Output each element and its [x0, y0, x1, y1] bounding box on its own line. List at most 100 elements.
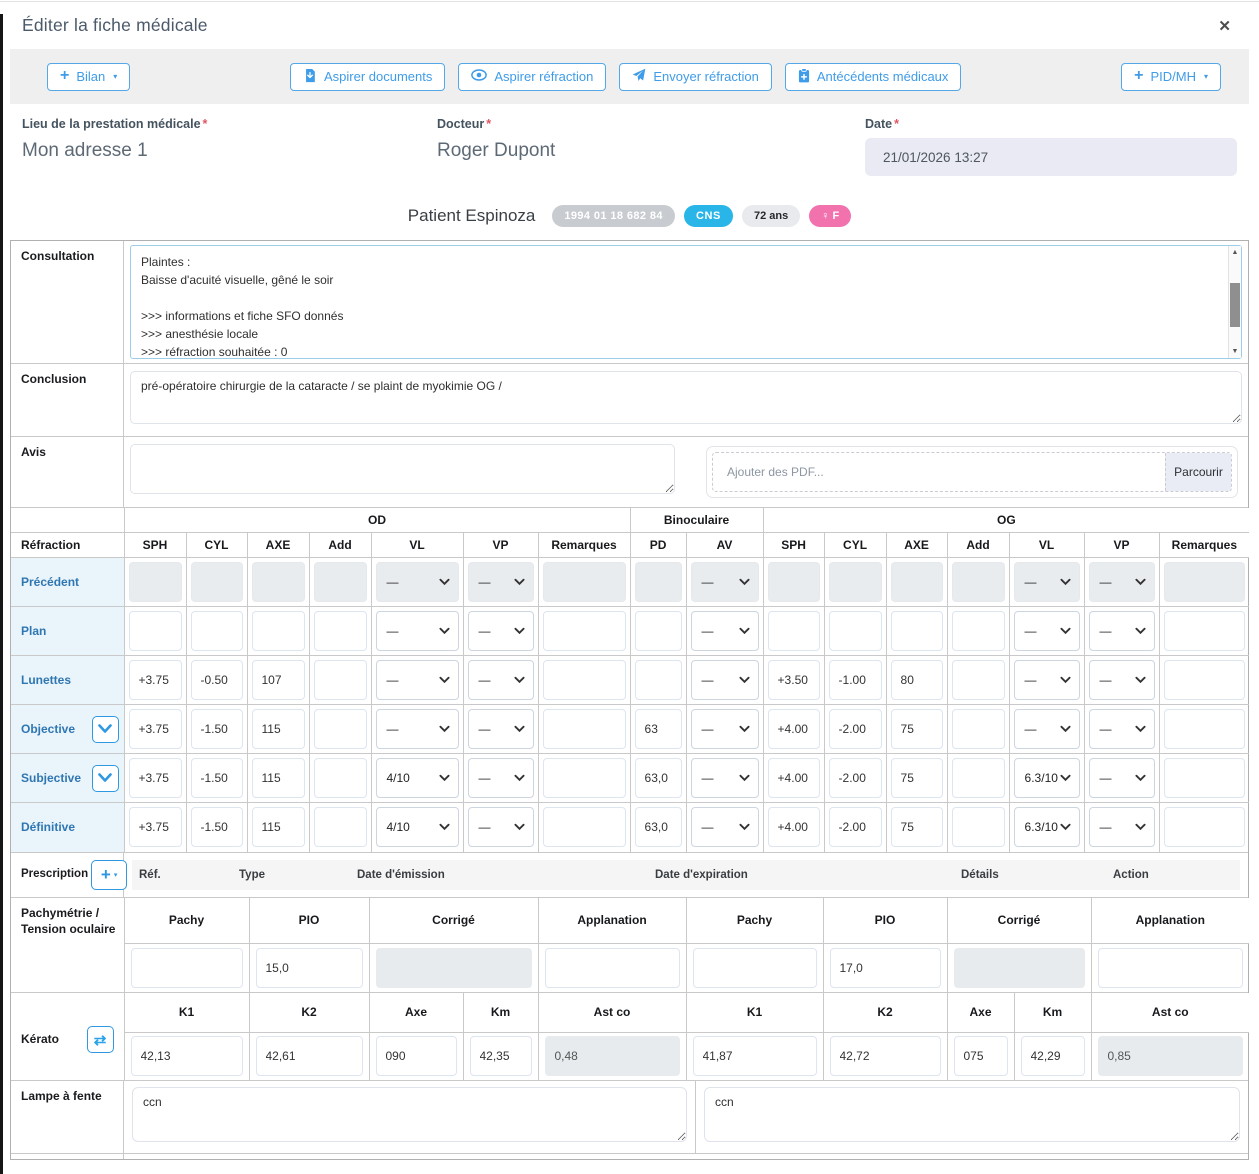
date-input[interactable]: 21/01/2026 13:27: [865, 138, 1237, 176]
axe-od-input[interactable]: [252, 709, 305, 749]
applanation-og-input[interactable]: [1098, 948, 1244, 988]
remarques-od-input[interactable]: [543, 611, 626, 651]
cyl-od-input[interactable]: [191, 807, 243, 847]
vl-og-select[interactable]: 6.3/10: [1014, 807, 1080, 847]
add-og-input[interactable]: [952, 758, 1005, 798]
add-og-input[interactable]: [952, 709, 1005, 749]
axe-og-input[interactable]: [891, 611, 943, 651]
bilan-button[interactable]: + Bilan ▾: [47, 63, 130, 91]
vp-od-select[interactable]: —: [468, 758, 534, 798]
aspirer-refraction-button[interactable]: Aspirer réfraction: [458, 63, 606, 91]
cyl-od-input[interactable]: [191, 709, 243, 749]
km-og-input[interactable]: [1021, 1036, 1085, 1076]
vl-od-select[interactable]: 4/10: [376, 758, 459, 798]
vp-od-select[interactable]: —: [468, 562, 534, 602]
vp-od-select[interactable]: —: [468, 611, 534, 651]
pd-input[interactable]: [635, 660, 682, 700]
antecedents-medicaux-button[interactable]: Antécédents médicaux: [785, 63, 962, 91]
axe-og-input[interactable]: [891, 807, 943, 847]
add-prescription-button[interactable]: + ▾: [91, 860, 127, 890]
pd-input[interactable]: [635, 709, 682, 749]
cyl-og-input[interactable]: [829, 562, 882, 602]
cyl-od-input[interactable]: [191, 611, 243, 651]
scrollbar-thumb[interactable]: [1230, 283, 1240, 327]
vp-od-select[interactable]: —: [468, 807, 534, 847]
cyl-og-input[interactable]: [829, 758, 882, 798]
axe-og-input[interactable]: [891, 709, 943, 749]
add-od-input[interactable]: [314, 758, 367, 798]
add-og-input[interactable]: [952, 660, 1005, 700]
remarques-od-input[interactable]: [543, 758, 626, 798]
axe-od-input[interactable]: [376, 1036, 457, 1076]
sph-od-input[interactable]: [129, 758, 182, 798]
av-select[interactable]: —: [691, 758, 759, 798]
remarques-og-input[interactable]: [1164, 611, 1246, 651]
scroll-down-arrow-icon[interactable]: ▼: [1229, 345, 1241, 358]
add-od-input[interactable]: [314, 611, 367, 651]
pd-input[interactable]: [635, 562, 682, 602]
sph-og-input[interactable]: [768, 758, 820, 798]
sph-og-input[interactable]: [768, 807, 820, 847]
av-select[interactable]: —: [691, 709, 759, 749]
pachy-od-input[interactable]: [131, 948, 243, 988]
axe-og-input[interactable]: [891, 660, 943, 700]
swap-icon[interactable]: ⇄: [87, 1026, 114, 1053]
remarques-od-input[interactable]: [543, 562, 626, 602]
sph-od-input[interactable]: [129, 660, 182, 700]
remarques-og-input[interactable]: [1164, 562, 1246, 602]
vl-og-select[interactable]: —: [1014, 611, 1080, 651]
k2-og-input[interactable]: [830, 1036, 941, 1076]
cyl-od-input[interactable]: [191, 562, 243, 602]
vl-od-select[interactable]: —: [376, 660, 459, 700]
sph-od-input[interactable]: [129, 562, 182, 602]
k1-od-input[interactable]: [131, 1036, 243, 1076]
vl-og-select[interactable]: —: [1014, 660, 1080, 700]
close-icon[interactable]: ✕: [1212, 15, 1237, 38]
envoyer-refraction-button[interactable]: Envoyer réfraction: [619, 63, 772, 91]
vl-og-select[interactable]: —: [1014, 562, 1080, 602]
avis-textarea[interactable]: [130, 444, 675, 494]
axe-od-input[interactable]: [252, 562, 305, 602]
cyl-og-input[interactable]: [829, 709, 882, 749]
vl-od-select[interactable]: —: [376, 709, 459, 749]
sph-od-input[interactable]: [129, 709, 182, 749]
consultation-textarea[interactable]: Plaintes : Baisse d'acuité visuelle, gên…: [130, 245, 1242, 359]
vl-og-select[interactable]: —: [1014, 709, 1080, 749]
vp-og-select[interactable]: —: [1089, 709, 1155, 749]
lieu-value[interactable]: Mon adresse 1: [22, 140, 437, 162]
cyl-og-input[interactable]: [829, 611, 882, 651]
consultation-scrollbar[interactable]: ▲ ▼: [1228, 246, 1241, 358]
remarques-og-input[interactable]: [1164, 807, 1246, 847]
expand-row-button[interactable]: [92, 765, 119, 792]
lampe-od-textarea[interactable]: ccn: [132, 1087, 687, 1142]
conclusion-textarea[interactable]: pré-opératoire chirurgie de la cataracte…: [130, 371, 1242, 424]
k1-og-input[interactable]: [693, 1036, 817, 1076]
add-og-input[interactable]: [952, 562, 1005, 602]
sph-od-input[interactable]: [129, 611, 182, 651]
add-od-input[interactable]: [314, 562, 367, 602]
vl-od-select[interactable]: —: [376, 611, 459, 651]
sph-og-input[interactable]: [768, 660, 820, 700]
vp-og-select[interactable]: —: [1089, 660, 1155, 700]
docteur-value[interactable]: Roger Dupont: [437, 140, 865, 162]
axe-og-input[interactable]: [891, 562, 943, 602]
browse-button[interactable]: Parcourir: [1165, 453, 1231, 491]
lampe-og-textarea[interactable]: ccn: [704, 1087, 1240, 1142]
pd-input[interactable]: [635, 807, 682, 847]
applanation-od-input[interactable]: [545, 948, 680, 988]
pachy-og-input[interactable]: [693, 948, 817, 988]
vp-od-select[interactable]: —: [468, 660, 534, 700]
vp-od-select[interactable]: —: [468, 709, 534, 749]
pio-og-input[interactable]: [830, 948, 941, 988]
scroll-up-arrow-icon[interactable]: ▲: [1229, 246, 1241, 259]
remarques-od-input[interactable]: [543, 660, 626, 700]
add-od-input[interactable]: [314, 807, 367, 847]
cyl-og-input[interactable]: [829, 660, 882, 700]
sph-og-input[interactable]: [768, 611, 820, 651]
pio-od-input[interactable]: [256, 948, 363, 988]
pd-input[interactable]: [635, 758, 682, 798]
vp-og-select[interactable]: —: [1089, 611, 1155, 651]
axe-od-input[interactable]: [252, 660, 305, 700]
remarques-od-input[interactable]: [543, 807, 626, 847]
cyl-od-input[interactable]: [191, 660, 243, 700]
